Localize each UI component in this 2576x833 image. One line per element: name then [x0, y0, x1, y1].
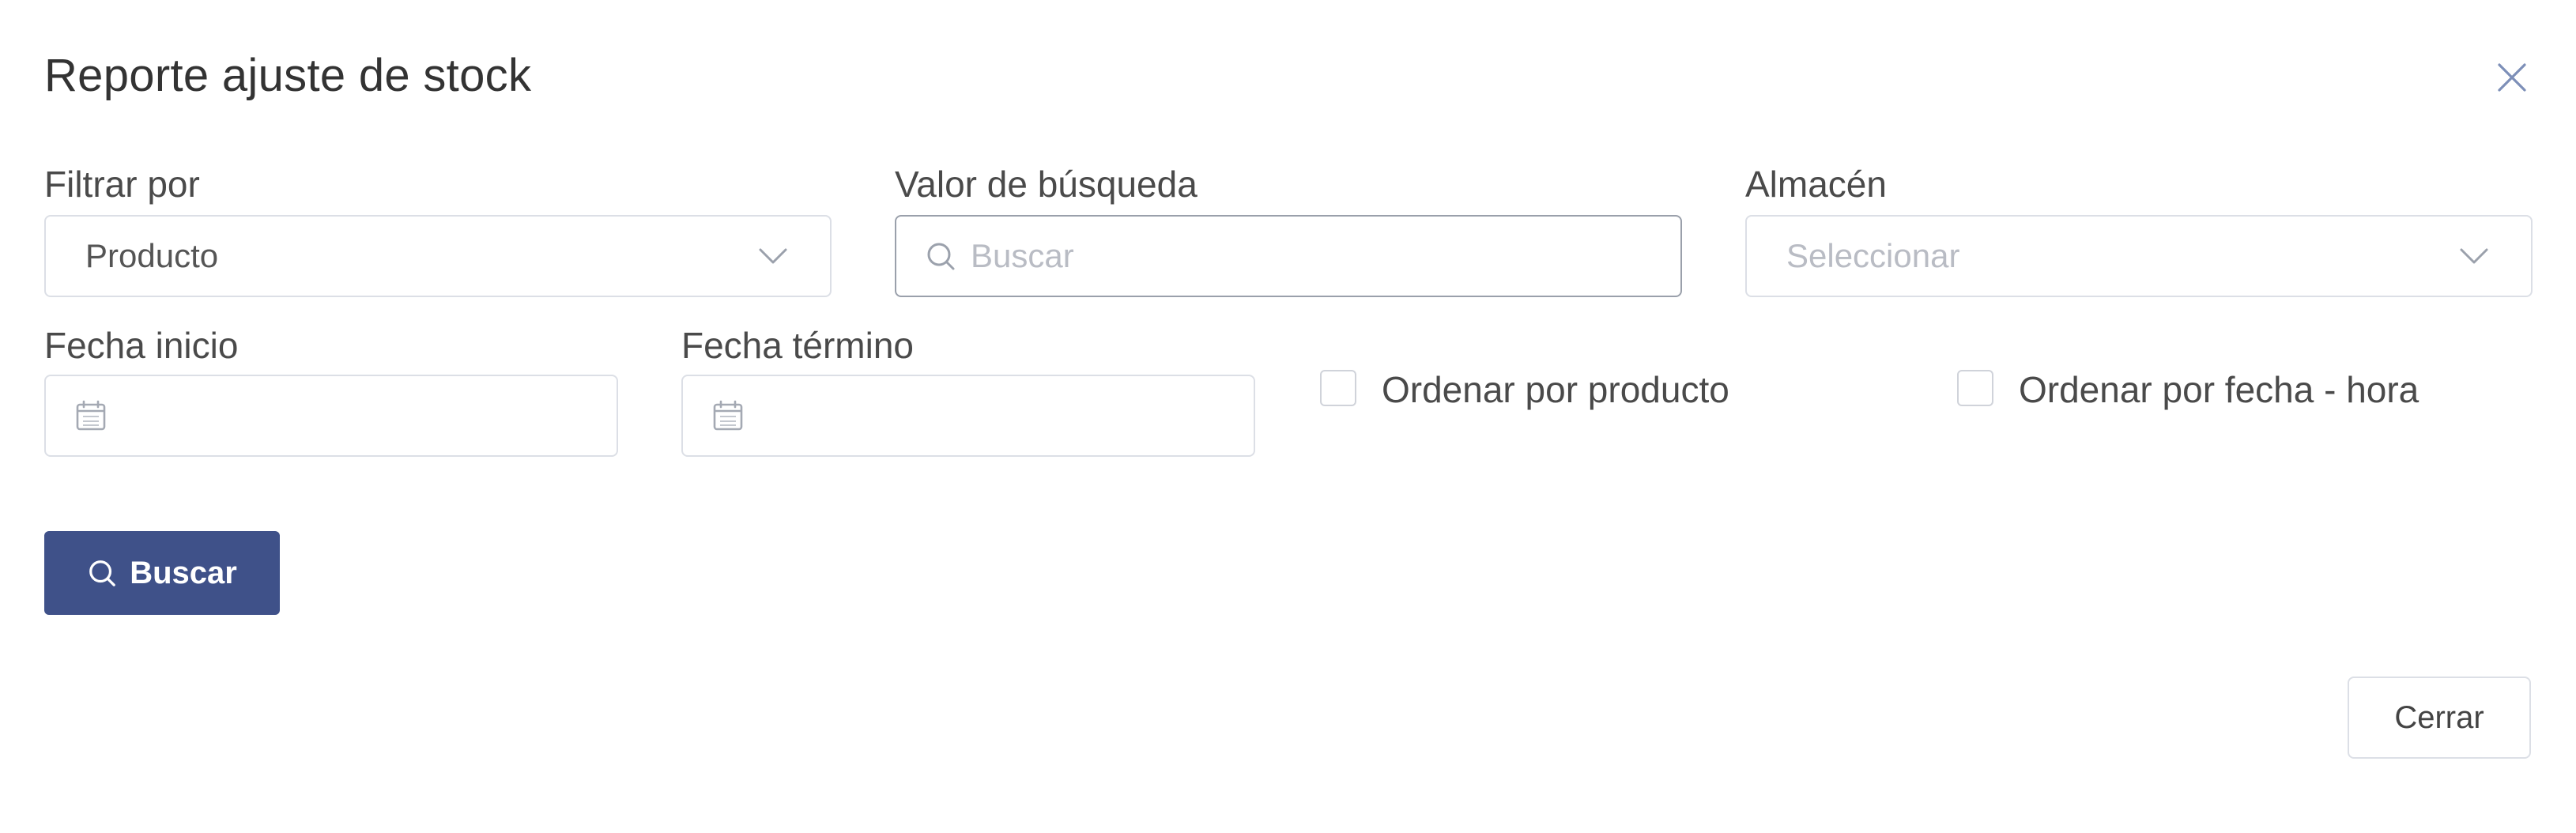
- chevron-down-icon: [2458, 247, 2490, 266]
- search-value-field[interactable]: Buscar: [895, 215, 1682, 297]
- end-date-label: Fecha término: [681, 325, 915, 366]
- dialog-title: Reporte ajuste de stock: [44, 50, 532, 101]
- sort-by-product-checkbox[interactable]: [1320, 370, 1356, 406]
- sort-by-datetime-checkbox[interactable]: [1957, 370, 1993, 406]
- calendar-icon: [711, 399, 745, 432]
- end-date-field[interactable]: [681, 375, 1255, 457]
- chevron-down-icon: [757, 247, 789, 266]
- warehouse-select[interactable]: Seleccionar: [1745, 215, 2533, 297]
- filter-by-select[interactable]: Producto: [44, 215, 832, 297]
- search-button[interactable]: Buscar: [44, 531, 280, 615]
- sort-by-product-label[interactable]: Ordenar por producto: [1382, 368, 1729, 411]
- sort-by-datetime-label[interactable]: Ordenar por fecha - hora: [2019, 368, 2419, 411]
- search-icon: [925, 240, 956, 272]
- search-button-label: Buscar: [130, 555, 237, 590]
- filter-by-value: Producto: [85, 237, 219, 274]
- search-icon: [87, 558, 117, 588]
- close-button-label: Cerrar: [2394, 699, 2484, 735]
- search-value-label: Valor de búsqueda: [895, 164, 1197, 205]
- start-date-field[interactable]: [44, 375, 618, 457]
- close-icon[interactable]: [2491, 57, 2533, 98]
- calendar-icon: [74, 399, 107, 432]
- filter-by-label: Filtrar por: [44, 164, 200, 205]
- report-dialog: Reporte ajuste de stock Filtrar por Valo…: [0, 0, 2576, 833]
- warehouse-placeholder: Seleccionar: [1786, 237, 1960, 274]
- start-date-label: Fecha inicio: [44, 325, 239, 366]
- warehouse-label: Almacén: [1745, 164, 1887, 205]
- close-button[interactable]: Cerrar: [2348, 677, 2531, 759]
- search-value-placeholder: Buscar: [971, 237, 1074, 274]
